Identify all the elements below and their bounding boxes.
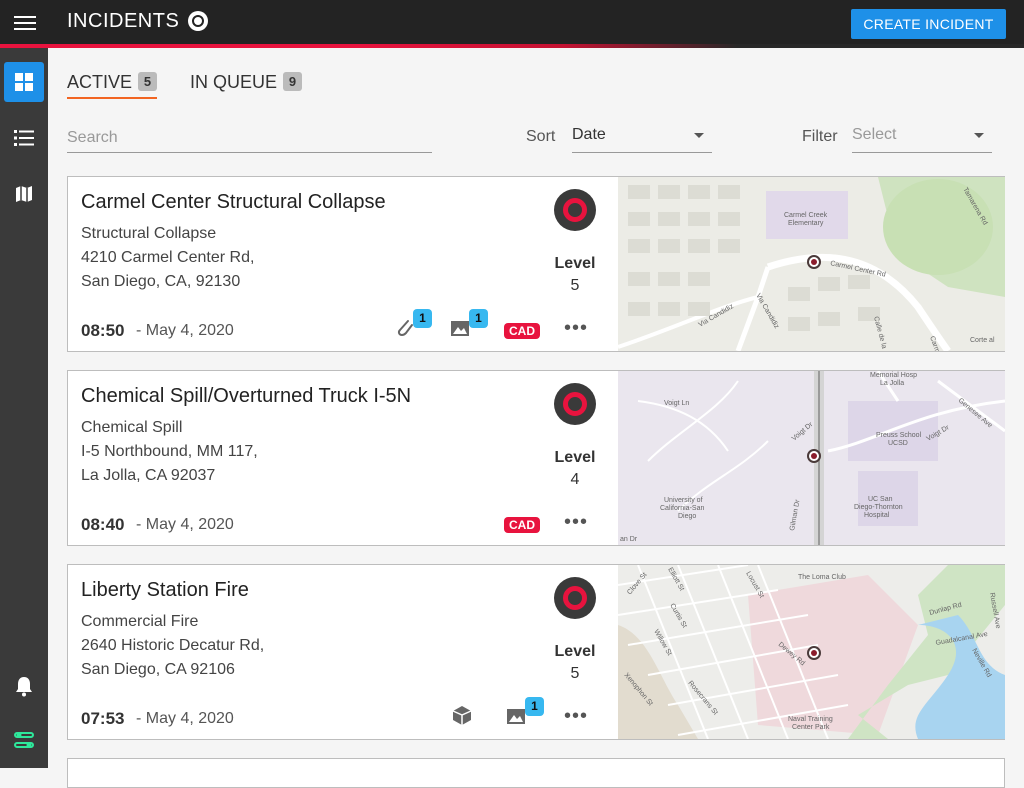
tab-label: IN QUEUE [190, 72, 278, 92]
attachment-count-badge: 1 [413, 309, 432, 328]
sidebar-item-settings[interactable] [4, 720, 44, 760]
incident-map[interactable]: Elliott St Locust St The Loma Club Clove… [618, 565, 1005, 739]
level-indicator-icon [554, 577, 596, 619]
images-button[interactable]: 1 [450, 309, 488, 341]
incident-logo-icon [188, 11, 208, 31]
incident-address-line1: I-5 Northbound, MM 117, [81, 443, 258, 460]
map-label: Diego [678, 513, 696, 520]
level-indicator-icon [554, 189, 596, 231]
filter-placeholder: Select [852, 126, 897, 143]
incident-address-line2: San Diego, CA 92106 [81, 661, 235, 678]
level-value: 5 [570, 277, 580, 294]
map-label: Voigt Ln [664, 400, 689, 407]
tab-label: ACTIVE [67, 72, 133, 92]
incident-type: Structural Collapse [81, 225, 217, 242]
incident-time: 07:53 [81, 709, 125, 728]
map-label: Memorial Hosp [870, 372, 917, 379]
filter-select[interactable]: Select [852, 124, 992, 153]
level-value: 4 [570, 471, 580, 488]
incident-title: Chemical Spill/Overturned Truck I-5N [81, 385, 412, 407]
more-options-icon[interactable]: ••• [564, 705, 588, 728]
cube-icon [452, 706, 472, 725]
map-label: Center Park [792, 724, 830, 731]
sidebar-item-dashboard[interactable] [4, 62, 44, 102]
map-label: an Dr [620, 536, 638, 543]
sidebar-item-map[interactable] [4, 174, 44, 214]
tab-in-queue[interactable]: IN QUEUE 9 [190, 72, 303, 93]
sidebar-item-list[interactable] [4, 118, 44, 158]
sort-label: Sort [526, 128, 556, 145]
incident-title: Liberty Station Fire [81, 579, 249, 601]
incident-title: Carmel Center Structural Collapse [81, 191, 386, 213]
sidebar-item-notifications[interactable] [4, 666, 44, 706]
app-title: INCIDENTS [67, 10, 180, 32]
map-label: Naval Training [788, 716, 833, 723]
map-label: UC San [868, 496, 893, 503]
level-label: Level [554, 255, 596, 272]
image-icon [507, 709, 525, 724]
map-label: Hospital [864, 512, 890, 519]
incident-time: 08:50 [81, 321, 125, 340]
search-input[interactable] [67, 124, 432, 153]
more-options-icon[interactable]: ••• [564, 511, 588, 534]
incident-date: - May 4, 2020 [136, 710, 234, 727]
map-label: La Jolla [880, 380, 904, 387]
tab-active[interactable]: ACTIVE 5 [67, 72, 158, 99]
accent-line [0, 44, 1024, 48]
incident-date: - May 4, 2020 [136, 516, 234, 533]
sidebar [0, 48, 48, 768]
images-button[interactable]: 1 [506, 697, 544, 729]
incident-card[interactable] [67, 758, 1005, 788]
map-label: Corte al [970, 337, 995, 344]
map-label: UCSD [888, 440, 908, 447]
incident-address-line2: La Jolla, CA 92037 [81, 467, 216, 484]
dashboard-icon [15, 73, 33, 91]
incident-card[interactable]: Chemical Spill/Overturned Truck I-5N Che… [67, 370, 1005, 546]
map-label: Diego-Thornton [854, 504, 903, 511]
list-icon [14, 130, 34, 146]
tab-count-badge: 9 [283, 72, 303, 91]
incident-card[interactable]: Liberty Station Fire Commercial Fire 264… [67, 564, 1005, 740]
cad-badge[interactable]: CAD [504, 517, 540, 533]
incident-date: - May 4, 2020 [136, 322, 234, 339]
map-icon [16, 186, 32, 202]
map-label: Preuss School [876, 432, 922, 439]
chevron-down-icon [974, 133, 984, 138]
incident-type: Commercial Fire [81, 613, 199, 630]
incident-map[interactable]: Memorial Hosp La Jolla Voigt Ln Voigt Dr… [618, 371, 1005, 545]
level-value: 5 [570, 665, 580, 682]
top-bar: INCIDENTS CREATE INCIDENT [0, 0, 1024, 48]
more-options-icon[interactable]: ••• [564, 317, 588, 340]
map-label: Carmel Creek [784, 212, 828, 219]
map-label: California-San [660, 505, 704, 512]
sort-select[interactable]: Date [572, 124, 712, 153]
incident-address-line1: 4210 Carmel Center Rd, [81, 249, 255, 266]
map-label: The Loma Club [798, 574, 846, 581]
incident-map[interactable]: Carmel Creek Elementary Carmel Center Rd… [618, 177, 1005, 351]
hamburger-menu-icon[interactable] [14, 12, 36, 34]
sort-value: Date [572, 126, 606, 143]
level-label: Level [554, 449, 596, 466]
create-incident-button[interactable]: CREATE INCIDENT [851, 9, 1006, 39]
map-label: Elementary [788, 220, 824, 227]
incident-address-line2: San Diego, CA, 92130 [81, 273, 241, 290]
incident-time: 08:40 [81, 515, 125, 534]
level-label: Level [554, 643, 596, 660]
incident-type: Chemical Spill [81, 419, 183, 436]
image-icon [451, 321, 469, 336]
chevron-down-icon [694, 133, 704, 138]
image-count-badge: 1 [469, 309, 488, 328]
bell-icon [16, 677, 32, 697]
attachment-button[interactable]: 1 [394, 309, 432, 341]
incident-address-line1: 2640 Historic Decatur Rd, [81, 637, 265, 654]
level-indicator-icon [554, 383, 596, 425]
settings-sliders-icon [14, 732, 34, 748]
image-count-badge: 1 [525, 697, 544, 716]
cad-badge[interactable]: CAD [504, 323, 540, 339]
filter-label: Filter [802, 128, 838, 145]
3d-model-button[interactable] [450, 703, 476, 729]
map-label: University of [664, 497, 703, 504]
tab-count-badge: 5 [138, 72, 158, 91]
incident-card[interactable]: Carmel Center Structural Collapse Struct… [67, 176, 1005, 352]
